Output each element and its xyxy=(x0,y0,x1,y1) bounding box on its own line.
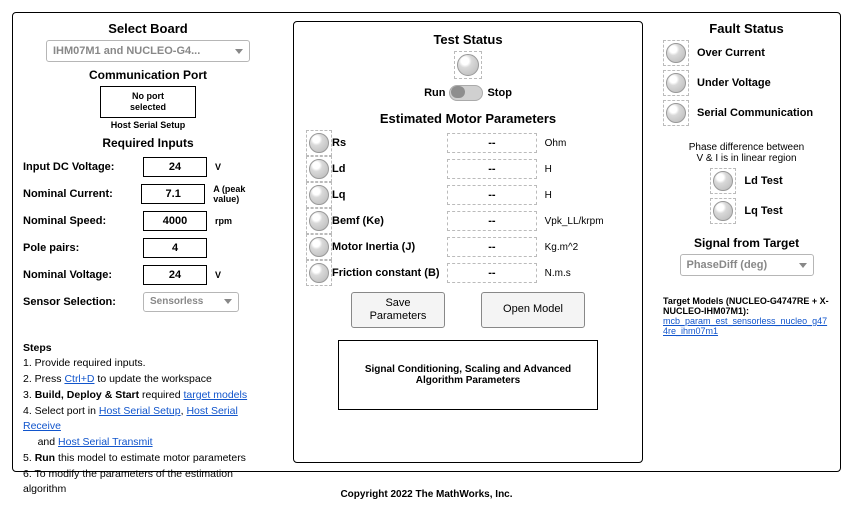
step-2: 2. Press Ctrl+D to update the workspace xyxy=(23,372,273,388)
nominal-current-label: Nominal Current: xyxy=(23,188,141,200)
ke-lamp-icon xyxy=(309,211,329,231)
nominal-speed-label: Nominal Speed: xyxy=(23,215,143,227)
chevron-down-icon xyxy=(799,263,807,268)
nominal-speed-unit: rpm xyxy=(215,216,232,226)
subsystem-block[interactable]: Signal Conditioning, Scaling and Advance… xyxy=(338,340,598,410)
param-row-lq: Lq -- H xyxy=(306,182,630,208)
ld-value: -- xyxy=(447,159,536,179)
comm-port-line2: selected xyxy=(103,102,193,113)
b-lamp-icon xyxy=(309,263,329,283)
signal-dropdown-value: PhaseDiff (deg) xyxy=(687,259,768,271)
nominal-current-unit: A (peak value) xyxy=(213,184,273,204)
ld-lamp-icon xyxy=(309,159,329,179)
nominal-speed-input[interactable] xyxy=(143,211,207,231)
open-model-button[interactable]: Open Model xyxy=(481,292,585,328)
b-value: -- xyxy=(447,263,536,283)
param-row-ke: Bemf (Ke) -- Vpk_LL/krpm xyxy=(306,208,630,234)
sensor-selection-label: Sensor Selection: xyxy=(23,296,143,308)
fault-row-uv: Under Voltage xyxy=(663,70,830,96)
param-row-rs: Rs -- Ohm xyxy=(306,130,630,156)
ld-test-lamp-icon xyxy=(713,171,733,191)
required-inputs-heading: Required Inputs xyxy=(23,136,273,150)
fault-status-heading: Fault Status xyxy=(663,21,830,36)
host-serial-setup-label: Host Serial Setup xyxy=(23,120,273,130)
lq-value: -- xyxy=(447,185,536,205)
param-row-j: Motor Inertia (J) -- Kg.m^2 xyxy=(306,234,630,260)
sensor-dropdown[interactable]: Sensorless xyxy=(143,292,239,312)
board-dropdown-value: IHM07M1 and NUCLEO-G4... xyxy=(53,45,200,57)
nominal-voltage-unit: V xyxy=(215,270,221,280)
fault-row-oc: Over Current xyxy=(663,40,830,66)
stop-label: Stop xyxy=(487,87,511,99)
board-dropdown[interactable]: IHM07M1 and NUCLEO-G4... xyxy=(46,40,250,62)
run-label: Run xyxy=(424,87,445,99)
target-models-heading: Target Models (NUCLEO-G4747RE + X-NUCLEO… xyxy=(663,296,830,316)
phase-note-2: V & I is in linear region xyxy=(663,153,830,164)
comm-port-line1: No port xyxy=(103,91,193,102)
nominal-voltage-label: Nominal Voltage: xyxy=(23,269,143,281)
host-serial-transmit-link[interactable]: Host Serial Transmit xyxy=(58,436,153,448)
param-row-b: Friction constant (B) -- N.m.s xyxy=(306,260,630,286)
j-value: -- xyxy=(447,237,536,257)
ke-value: -- xyxy=(447,211,536,231)
chevron-down-icon xyxy=(224,299,232,304)
status-lamp-box xyxy=(454,51,482,79)
save-parameters-button[interactable]: Save Parameters xyxy=(351,292,445,328)
run-stop-toggle[interactable] xyxy=(449,85,483,101)
pole-pairs-input[interactable] xyxy=(143,238,207,258)
j-lamp-icon xyxy=(309,237,329,257)
phase-note-1: Phase difference between xyxy=(663,142,830,153)
target-model-link[interactable]: mcb_param_est_sensorless_nucleo_g474re_i… xyxy=(663,316,827,336)
lq-test-lamp-icon xyxy=(713,201,733,221)
step-1: 1. Provide required inputs. xyxy=(23,356,273,372)
lq-lamp-icon xyxy=(309,185,329,205)
test-status-heading: Test Status xyxy=(306,32,630,47)
select-board-heading: Select Board xyxy=(23,21,273,36)
signal-heading: Signal from Target xyxy=(663,236,830,250)
test-row-lq: Lq Test xyxy=(663,198,830,224)
dc-voltage-input[interactable] xyxy=(143,157,207,177)
nominal-current-input[interactable] xyxy=(141,184,205,204)
rs-lamp-icon xyxy=(309,133,329,153)
sensor-dropdown-value: Sensorless xyxy=(150,296,203,307)
chevron-down-icon xyxy=(235,49,243,54)
signal-dropdown[interactable]: PhaseDiff (deg) xyxy=(680,254,814,276)
over-current-lamp-icon xyxy=(666,43,686,63)
est-params-heading: Estimated Motor Parameters xyxy=(306,111,630,126)
nominal-voltage-input[interactable] xyxy=(143,265,207,285)
step-5: 5. Run this model to estimate motor para… xyxy=(23,451,273,467)
test-row-ld: Ld Test xyxy=(663,168,830,194)
status-lamp-icon xyxy=(457,54,479,76)
step-3: 3. Build, Deploy & Start required target… xyxy=(23,388,273,404)
ctrl-d-link[interactable]: Ctrl+D xyxy=(64,373,94,385)
under-voltage-lamp-icon xyxy=(666,73,686,93)
param-row-ld: Ld -- H xyxy=(306,156,630,182)
comm-port-heading: Communication Port xyxy=(23,68,273,82)
rs-value: -- xyxy=(447,133,536,153)
copyright: Copyright 2022 The MathWorks, Inc. xyxy=(0,489,853,500)
dc-voltage-label: Input DC Voltage: xyxy=(23,161,143,173)
serial-comm-lamp-icon xyxy=(666,103,686,123)
dc-voltage-unit: V xyxy=(215,162,221,172)
steps-heading: Steps xyxy=(23,341,273,357)
comm-port-button[interactable]: No port selected xyxy=(100,86,196,118)
target-models-link[interactable]: target models xyxy=(183,389,247,401)
fault-row-sc: Serial Communication xyxy=(663,100,830,126)
host-serial-setup-link[interactable]: Host Serial Setup xyxy=(99,405,181,417)
test-panel: Test Status Run Stop Estimated Motor Par… xyxy=(293,21,643,463)
pole-pairs-label: Pole pairs: xyxy=(23,242,143,254)
step-4: 4. Select port in Host Serial Setup, Hos… xyxy=(23,404,273,451)
